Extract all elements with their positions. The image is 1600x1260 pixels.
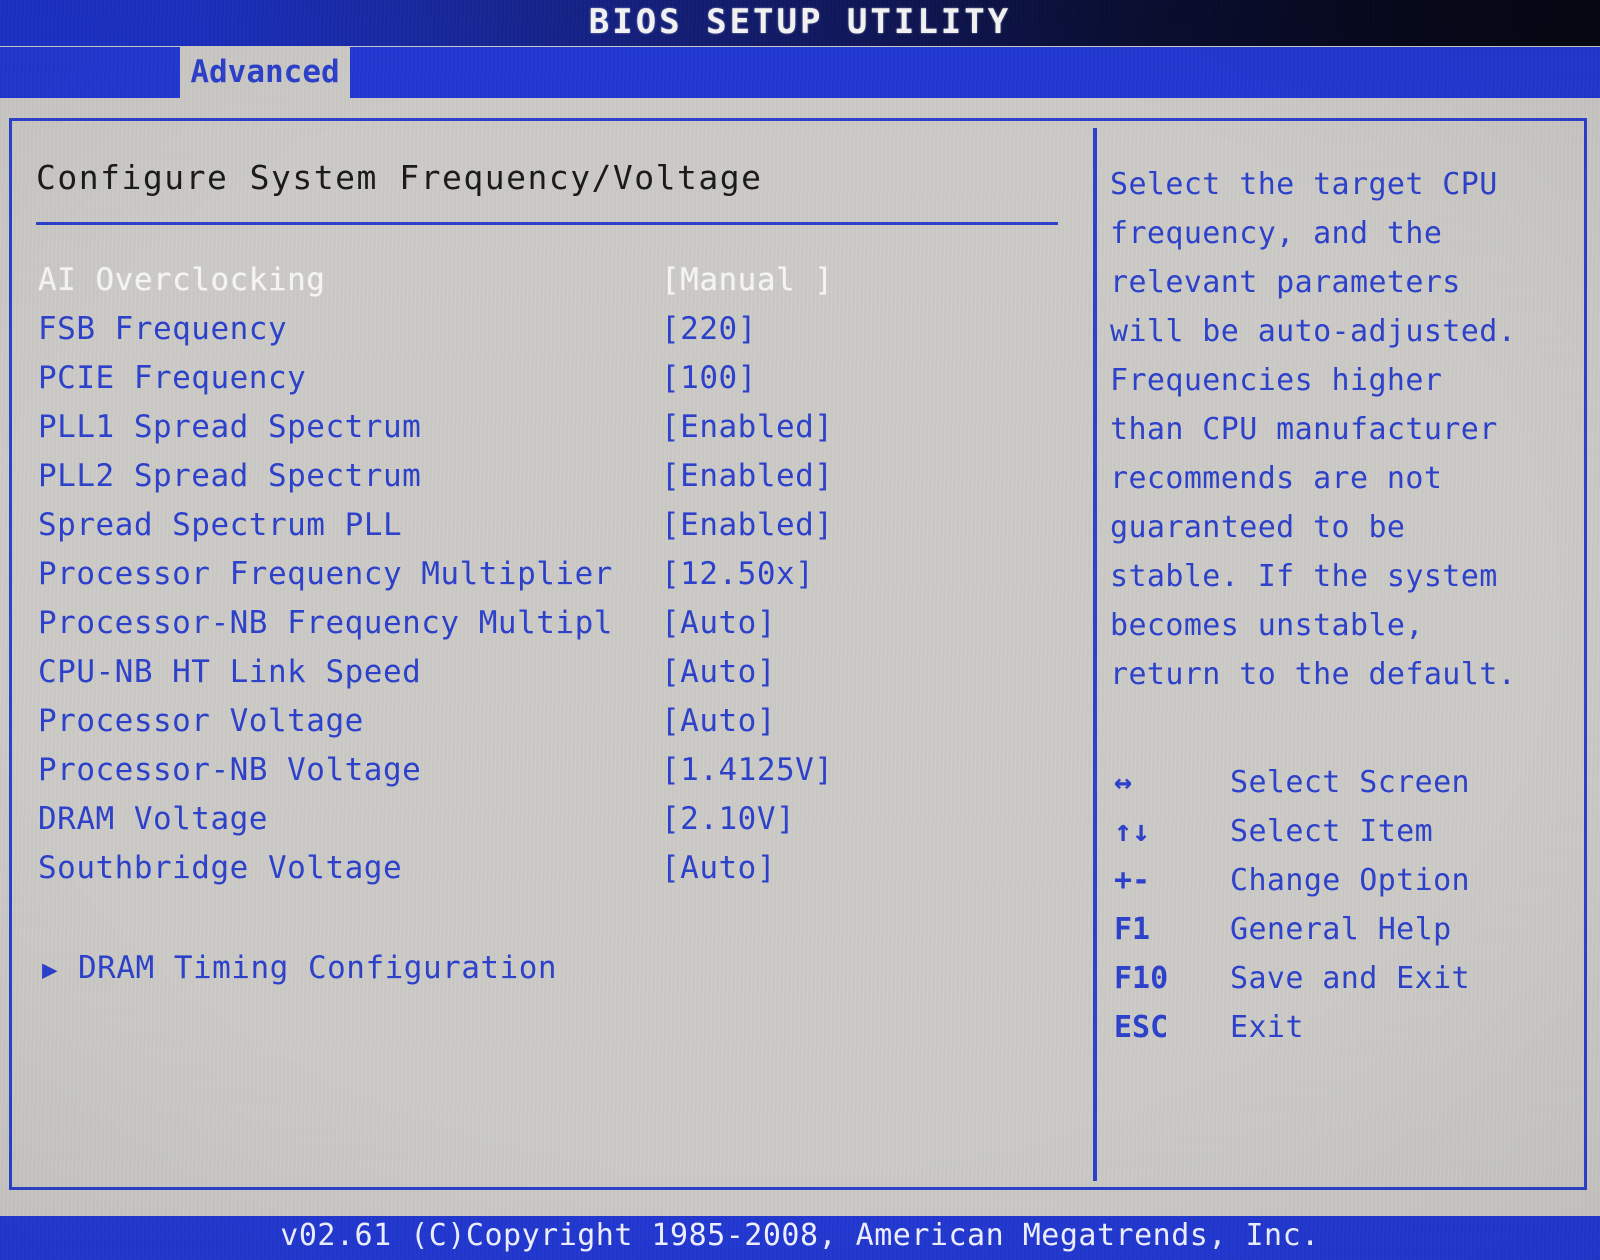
setting-row[interactable]: Processor-NB Frequency Multipl [Auto] [36, 605, 1066, 654]
key-cap: F1 [1114, 912, 1151, 947]
key-cap: ↑↓ [1114, 814, 1151, 849]
setting-label: Processor-NB Frequency Multipl [38, 605, 613, 641]
setting-row[interactable]: DRAM Voltage [2.10V] [36, 801, 1066, 850]
setting-row[interactable]: PLL2 Spread Spectrum [Enabled] [36, 458, 1066, 507]
key-legend-row: ↑↓ Select Item [1110, 807, 1580, 856]
help-line: recommends are not [1110, 461, 1443, 496]
setting-label: FSB Frequency [38, 311, 288, 347]
help-line: will be auto-adjusted. [1110, 314, 1517, 349]
section-title: Configure System Frequency/Voltage [36, 158, 763, 197]
help-line: than CPU manufacturer [1110, 412, 1498, 447]
key-description: Exit [1230, 1010, 1304, 1045]
title-bar: BIOS SETUP UTILITY [0, 0, 1600, 46]
key-cap: ↔ [1114, 765, 1133, 800]
key-legend-row: F10 Save and Exit [1110, 954, 1580, 1003]
help-line: guaranteed to be [1110, 510, 1406, 545]
setting-label: CPU-NB HT Link Speed [38, 654, 422, 690]
help-line: stable. If the system [1110, 559, 1498, 594]
key-legend-row: F1 General Help [1110, 905, 1580, 954]
help-pane: Select the target CPU frequency, and the r… [1110, 150, 1580, 1170]
setting-label: Southbridge Voltage [38, 850, 403, 886]
setting-row[interactable]: AI Overclocking [Manual ] [36, 262, 1066, 311]
bios-setup-screen: BIOS SETUP UTILITY Advanced Configure Sy… [0, 0, 1600, 1260]
setting-value[interactable]: [Enabled] [661, 458, 833, 494]
menu-bar-underlay [0, 98, 1600, 120]
setting-row[interactable]: CPU-NB HT Link Speed [Auto] [36, 654, 1066, 703]
key-legend-row: ESC Exit [1110, 1003, 1580, 1052]
submenu-label: DRAM Timing Configuration [78, 950, 558, 986]
setting-value[interactable]: [2.10V] [661, 801, 795, 837]
setting-value[interactable]: [12.50x] [661, 556, 814, 592]
setting-value[interactable]: [1.4125V] [661, 752, 833, 788]
key-legend-row: ↔ Select Screen [1110, 758, 1580, 807]
setting-row[interactable]: Spread Spectrum PLL [Enabled] [36, 507, 1066, 556]
key-description: Select Screen [1230, 765, 1470, 800]
help-line: Frequencies higher [1110, 363, 1443, 398]
settings-pane: Configure System Frequency/Voltage AI Ov… [36, 150, 1066, 1170]
setting-value[interactable]: [Enabled] [661, 409, 833, 445]
setting-label: PLL1 Spread Spectrum [38, 409, 422, 445]
setting-label: PCIE Frequency [38, 360, 307, 396]
key-description: Change Option [1230, 863, 1470, 898]
submenu-list: ▶ DRAM Timing Configuration [36, 950, 1066, 999]
setting-label: PLL2 Spread Spectrum [38, 458, 422, 494]
key-description: Select Item [1230, 814, 1434, 849]
setting-value[interactable]: [Auto] [661, 703, 776, 739]
setting-value[interactable]: [Enabled] [661, 507, 833, 543]
help-text: Select the target CPU frequency, and the r… [1110, 160, 1580, 699]
setting-label: Processor Frequency Multiplier [38, 556, 613, 592]
setting-label: Processor Voltage [38, 703, 364, 739]
setting-row[interactable]: PCIE Frequency [100] [36, 360, 1066, 409]
key-cap: ESC [1114, 1010, 1169, 1045]
key-description: Save and Exit [1230, 961, 1470, 996]
setting-value[interactable]: [100] [661, 360, 757, 396]
key-legend: ↔ Select Screen ↑↓ Select Item +- Change Opti… [1110, 758, 1580, 1052]
setting-value[interactable]: [220] [661, 311, 757, 347]
copyright-text: v02.61 (C)Copyright 1985-2008, American … [280, 1218, 1320, 1253]
page-title: BIOS SETUP UTILITY [588, 2, 1012, 42]
setting-row[interactable]: Processor Frequency Multiplier [12.50x] [36, 556, 1066, 605]
key-cap: +- [1114, 863, 1151, 898]
setting-value[interactable]: [Auto] [661, 850, 776, 886]
setting-value[interactable]: [Auto] [661, 654, 776, 690]
help-line: Select the target CPU [1110, 167, 1498, 202]
settings-list: AI Overclocking [Manual ] FSB Frequency [22… [36, 262, 1066, 899]
setting-label: DRAM Voltage [38, 801, 268, 837]
setting-row[interactable]: Processor-NB Voltage [1.4125V] [36, 752, 1066, 801]
help-line: relevant parameters [1110, 265, 1461, 300]
triangle-right-icon: ▶ [42, 955, 58, 985]
setting-label: Spread Spectrum PLL [38, 507, 403, 543]
setting-label: Processor-NB Voltage [38, 752, 422, 788]
help-line: becomes unstable, [1110, 608, 1424, 643]
setting-row[interactable]: Processor Voltage [Auto] [36, 703, 1066, 752]
pane-divider [1093, 128, 1097, 1181]
submenu-row[interactable]: ▶ DRAM Timing Configuration [36, 950, 1066, 999]
setting-label: AI Overclocking [38, 262, 326, 298]
setting-value[interactable]: [Manual ] [661, 262, 833, 298]
key-legend-row: +- Change Option [1110, 856, 1580, 905]
footer-bar: v02.61 (C)Copyright 1985-2008, American … [0, 1216, 1600, 1260]
setting-value[interactable]: [Auto] [661, 605, 776, 641]
section-rule [36, 222, 1058, 225]
setting-row[interactable]: PLL1 Spread Spectrum [Enabled] [36, 409, 1066, 458]
setting-row[interactable]: FSB Frequency [220] [36, 311, 1066, 360]
tab-advanced[interactable]: Advanced [180, 47, 350, 98]
setting-row[interactable]: Southbridge Voltage [Auto] [36, 850, 1066, 899]
help-line: frequency, and the [1110, 216, 1443, 251]
key-description: General Help [1230, 912, 1452, 947]
help-line: return to the default. [1110, 657, 1517, 692]
key-cap: F10 [1114, 961, 1169, 996]
